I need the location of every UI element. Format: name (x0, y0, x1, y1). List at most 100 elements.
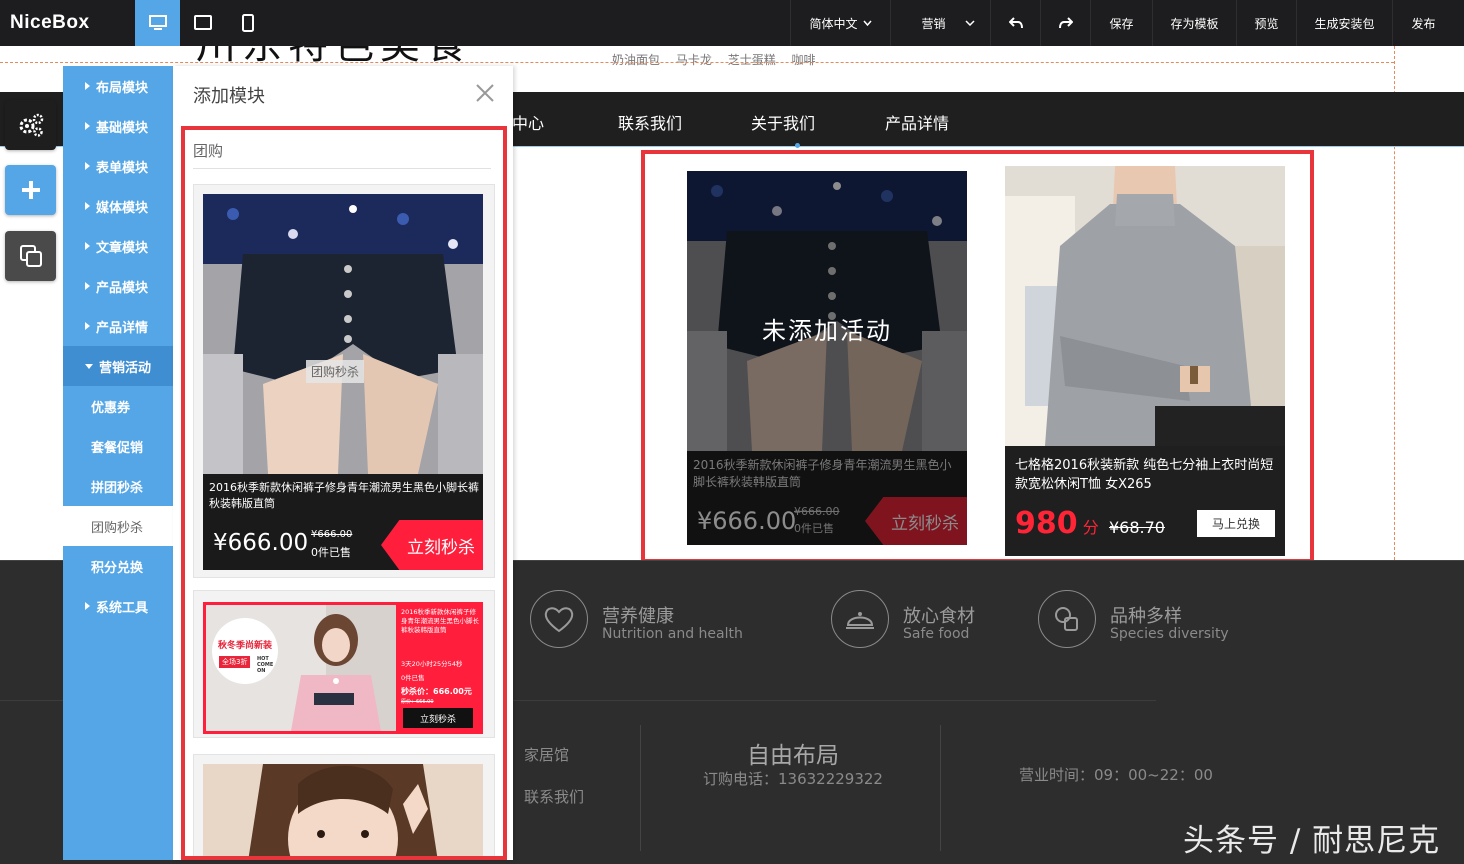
module-preview-banner: 秋冬季尚新装 全场3折 HOT COME ON 2016秋季新款休闲裤子修身青年… (203, 602, 483, 734)
undo-icon (1008, 17, 1023, 29)
category-label: 布局模块 (96, 80, 149, 96)
module-preview-image (203, 194, 483, 474)
subcategory-group-buy[interactable]: 团购秒杀 (63, 506, 173, 546)
category-article[interactable]: 文章模块 (63, 226, 173, 266)
category-media[interactable]: 媒体模块 (63, 186, 173, 226)
module-countdown: 3天20小时25分54秒 (401, 660, 463, 668)
caret-right-icon (85, 162, 90, 170)
site-nav-item[interactable]: 产品详情 (885, 110, 949, 134)
category-label: 媒体模块 (96, 200, 149, 216)
caret-right-icon (85, 122, 90, 130)
footer-link[interactable]: 联系我们 (524, 786, 584, 807)
add-module-panel: 添加模块 团购 团购秒杀 2016秋季新款休闲裤子修身青年潮流男生黑色小脚长裤秋… (173, 66, 513, 860)
hero-link[interactable]: 奶油面包 (612, 53, 660, 67)
promo-badge-title: 秋冬季尚新装 (217, 641, 272, 651)
redo-button[interactable] (1040, 0, 1090, 46)
heart-icon (530, 590, 588, 648)
category-system-tools[interactable]: 系统工具 (63, 586, 173, 626)
module-card-group-buy-style1[interactable]: 团购秒杀 2016秋季新款休闲裤子修身青年潮流男生黑色小脚长裤秋装韩版直筒 ¥6… (193, 184, 495, 578)
module-category-menu: 布局模块 基础模块 表单模块 媒体模块 文章模块 产品模块 产品详情 营销活动 … (63, 66, 173, 860)
undo-button[interactable] (990, 0, 1040, 46)
copy-icon (19, 245, 42, 267)
module-info-bar: 2016秋季新款休闲裤子修身青年潮流男生黑色小脚长裤秋装韩版直筒 ¥666.00… (203, 474, 483, 570)
feature-title: 品种多样 (1110, 606, 1182, 627)
promo-badge-discount: 全场3折 (219, 656, 251, 668)
product-card-points-exchange[interactable]: 七格格2016秋装新款 纯色七分袖上衣时尚短款宽松休闲T恤 女X265 980 … (1005, 166, 1285, 556)
category-product[interactable]: 产品模块 (63, 266, 173, 306)
tablet-view-button[interactable] (180, 0, 225, 46)
build-package-button[interactable]: 生成安装包 (1296, 0, 1392, 46)
feature-title: 放心食材 (903, 606, 975, 627)
category-label: 系统工具 (96, 600, 149, 616)
site-hero-links: 奶油面包 马卡龙 芝士蛋糕 咖啡 (612, 51, 828, 68)
desktop-view-button[interactable] (135, 0, 180, 46)
subcategory-bundle[interactable]: 套餐促销 (63, 426, 173, 466)
chevron-down-icon (965, 20, 975, 26)
tablet-icon (193, 15, 212, 30)
cloche-icon (831, 590, 889, 648)
category-layout[interactable]: 布局模块 (63, 66, 173, 106)
save-template-button[interactable]: 存为模板 (1152, 0, 1236, 46)
category-marketing[interactable]: 营销活动 (63, 346, 173, 386)
panel-title: 添加模块 (193, 86, 265, 107)
product-info-bar: 七格格2016秋装新款 纯色七分袖上衣时尚短款宽松休闲T恤 女X265 980 … (1005, 446, 1285, 556)
group-divider (193, 168, 491, 169)
points-unit: 分 (1082, 518, 1099, 537)
phone-icon (241, 14, 254, 32)
marketing-label: 营销 (921, 16, 946, 31)
site-nav-item[interactable]: 联系我们 (618, 110, 682, 134)
category-label: 产品详情 (96, 320, 149, 336)
settings-tool-button[interactable] (5, 100, 56, 150)
mobile-view-button[interactable] (225, 0, 270, 46)
module-card-group-buy-style2[interactable]: 秋冬季尚新装 全场3折 HOT COME ON 2016秋季新款休闲裤子修身青年… (193, 590, 495, 738)
language-label: 简体中文 (809, 16, 858, 31)
pages-tool-button[interactable] (5, 231, 56, 281)
editor-toolbar: NiceBox 简体中文 营销 保存 存为模板 预览 生成安装包 发布 (0, 0, 1464, 46)
module-price: ¥666.00 (213, 530, 309, 556)
group-buy-showcase-highlight[interactable]: 2016秋季新款休闲裤子修身青年潮流男生黑色小脚长裤秋装韩版直筒 ¥666.00… (641, 150, 1314, 563)
section-guide-line (0, 62, 1394, 63)
caret-right-icon (85, 242, 90, 250)
marketing-dropdown-toggle[interactable] (950, 0, 990, 46)
footer-divider (940, 725, 941, 851)
module-card-group-buy-style3[interactable] (193, 754, 495, 856)
module-flash-sale-button: 立刻秒杀 (403, 708, 473, 728)
site-nav-item[interactable]: 关于我们 (751, 110, 815, 134)
category-form[interactable]: 表单模块 (63, 146, 173, 186)
business-hours: 营业时间：09：00~22：00 (1019, 766, 1213, 784)
module-sold-count: 0件已售 (311, 546, 351, 559)
module-group-label: 团购 (193, 142, 224, 160)
module-old-price: ¥666.00 (311, 529, 353, 540)
redeem-button[interactable]: 马上兑换 (1197, 510, 1275, 537)
monitor-icon (148, 15, 167, 30)
module-old-price: 原价：666.00 (401, 699, 434, 705)
feature-subtitle: Nutrition and health (602, 626, 743, 642)
hero-link[interactable]: 咖啡 (792, 53, 816, 67)
close-icon[interactable] (474, 82, 496, 104)
category-product-detail[interactable]: 产品详情 (63, 306, 173, 346)
subcategory-group-flash[interactable]: 拼团秒杀 (63, 466, 173, 506)
caret-right-icon (85, 602, 90, 610)
product-card-flash-sale[interactable]: 2016秋季新款休闲裤子修身青年潮流男生黑色小脚长裤秋装韩版直筒 ¥666.00… (687, 171, 967, 545)
no-activity-label: 未添加活动 (762, 317, 892, 345)
chevron-down-icon (862, 20, 872, 26)
resize-handle[interactable] (795, 143, 800, 148)
order-phone: 订购电话：13632229322 (703, 770, 883, 788)
preview-button[interactable]: 预览 (1236, 0, 1296, 46)
save-button[interactable]: 保存 (1090, 0, 1152, 46)
category-basic[interactable]: 基础模块 (63, 106, 173, 146)
language-select[interactable]: 简体中文 (790, 0, 890, 46)
hero-link[interactable]: 马卡龙 (676, 53, 712, 67)
module-flash-sale-button: 立刻秒杀 (381, 520, 483, 570)
category-label: 文章模块 (96, 240, 149, 256)
footer-link[interactable]: 家居馆 (524, 744, 569, 765)
subcategory-coupon[interactable]: 优惠券 (63, 386, 173, 426)
hero-link[interactable]: 芝士蛋糕 (728, 53, 776, 67)
caret-right-icon (85, 282, 90, 290)
publish-button[interactable]: 发布 (1392, 0, 1454, 46)
add-module-tool-button[interactable] (5, 165, 56, 215)
subcategory-points[interactable]: 积分兑换 (63, 546, 173, 586)
module-product-title: 2016秋季新款休闲裤子修身青年潮流男生黑色小脚长裤秋装韩版直筒 (401, 608, 479, 634)
footer-divider (640, 725, 641, 851)
module-product-title: 2016秋季新款休闲裤子修身青年潮流男生黑色小脚长裤秋装韩版直筒 (209, 481, 479, 510)
